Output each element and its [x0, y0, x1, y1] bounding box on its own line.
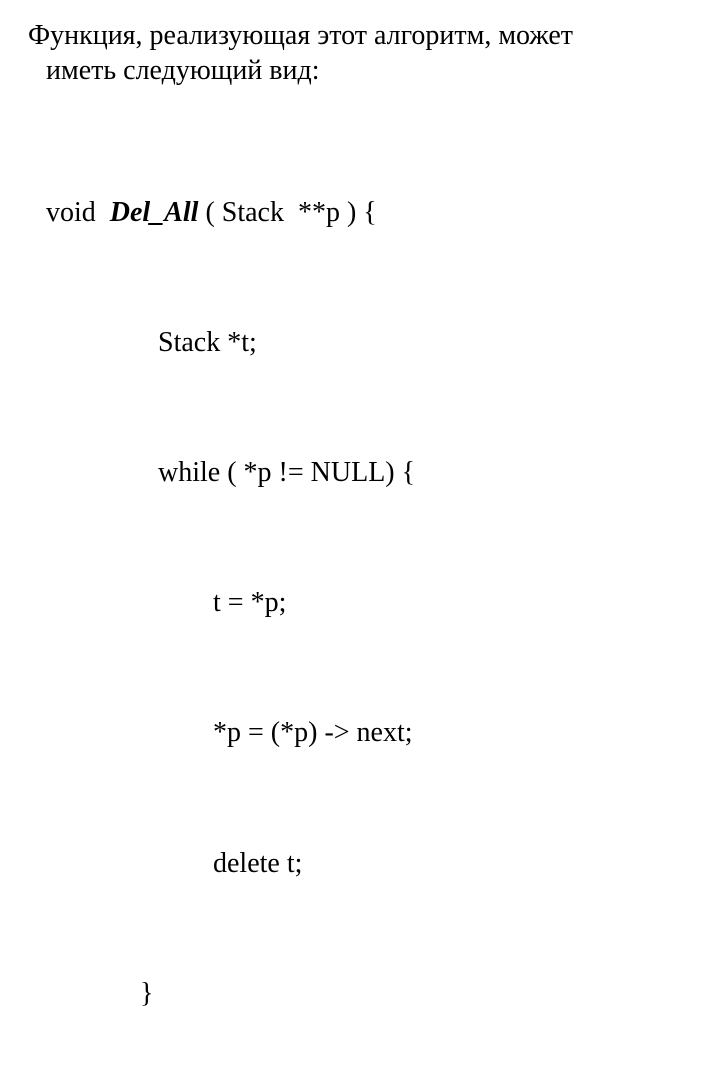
function-params: ( Stack **p ) { [198, 197, 376, 228]
return-type: void [46, 197, 96, 228]
code-line-delete: delete t; [28, 842, 692, 885]
document-page: Функция, реализующая этот алгоритм, може… [0, 0, 720, 1080]
code-line-assign-t: t = *p; [28, 581, 692, 624]
intro-line-1: Функция, реализующая этот алгоритм, може… [28, 20, 573, 51]
code-line-assign-p: *p = (*p) -> next; [28, 711, 692, 754]
code-signature: void Del_All ( Stack **p ) { [28, 191, 692, 234]
intro-line-2: иметь следующий вид: [28, 53, 692, 88]
intro-paragraph: Функция, реализующая этот алгоритм, може… [28, 18, 692, 88]
code-block: void Del_All ( Stack **p ) { Stack *t; w… [28, 104, 692, 1080]
code-close-inner: } [28, 972, 692, 1015]
function-name: Del_All [110, 197, 199, 228]
code-line-decl: Stack *t; [28, 321, 692, 364]
code-line-while: while ( *p != NULL) { [28, 451, 692, 494]
